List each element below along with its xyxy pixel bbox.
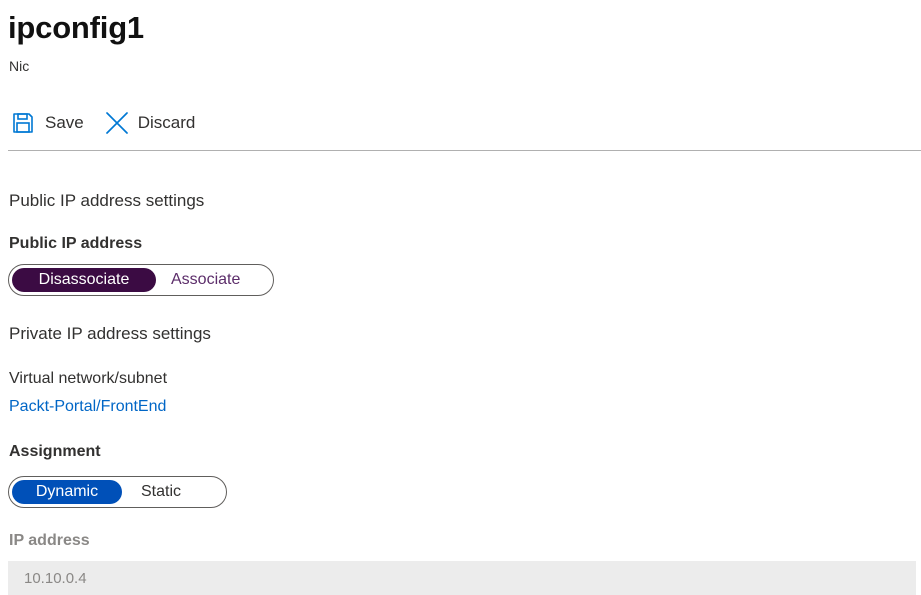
toolbar-divider bbox=[8, 150, 921, 151]
save-icon bbox=[12, 112, 34, 134]
vnet-subnet-label: Virtual network/subnet bbox=[9, 370, 168, 387]
public-ip-section-title: Public IP address settings bbox=[9, 191, 205, 210]
disassociate-option[interactable]: Disassociate bbox=[12, 268, 156, 292]
associate-option[interactable]: Associate bbox=[162, 268, 249, 292]
assignment-toggle: Dynamic Static bbox=[8, 476, 227, 508]
vnet-subnet-link[interactable]: Packt-Portal/FrontEnd bbox=[9, 398, 166, 416]
dynamic-option[interactable]: Dynamic bbox=[12, 480, 122, 504]
page-title: ipconfig1 bbox=[8, 10, 144, 45]
discard-label: Discard bbox=[137, 113, 196, 132]
assignment-label: Assignment bbox=[9, 443, 101, 460]
private-ip-section-title: Private IP address settings bbox=[9, 324, 211, 343]
public-ip-label: Public IP address bbox=[9, 235, 143, 252]
public-ip-toggle: Disassociate Associate bbox=[8, 264, 274, 296]
save-label: Save bbox=[45, 113, 84, 132]
save-button[interactable]: Save bbox=[12, 112, 84, 134]
static-option[interactable]: Static bbox=[132, 480, 190, 504]
close-icon bbox=[105, 111, 129, 135]
command-bar: Save Discard bbox=[12, 108, 195, 138]
ip-address-label: IP address bbox=[9, 532, 90, 549]
ip-address-input[interactable] bbox=[8, 561, 916, 595]
page-subtitle: Nic bbox=[9, 58, 30, 74]
discard-button[interactable]: Discard bbox=[105, 111, 196, 135]
